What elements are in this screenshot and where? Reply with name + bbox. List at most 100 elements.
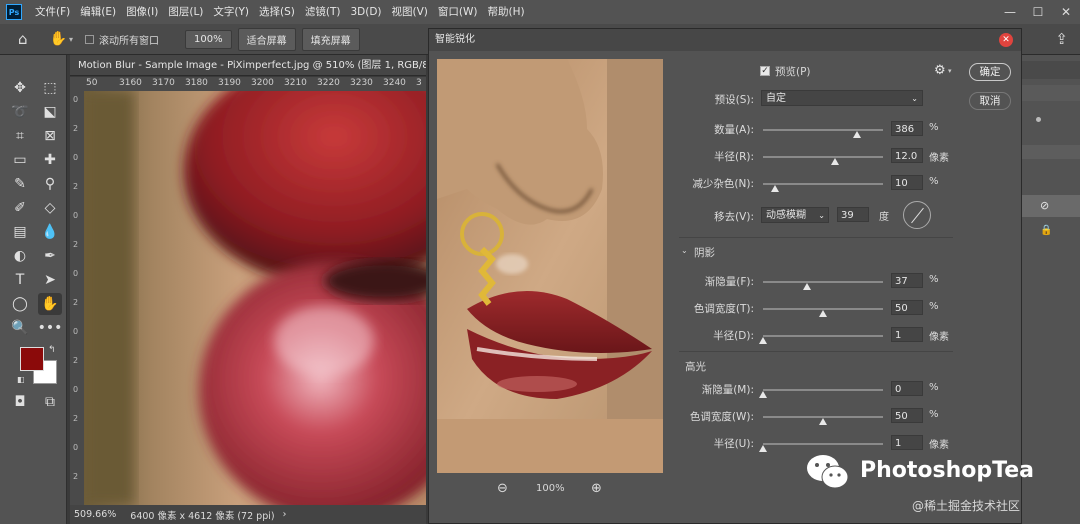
reduce-noise-input[interactable]: 10 (891, 175, 923, 190)
ruler-tool-icon[interactable]: ▭ (8, 149, 32, 171)
highlight-tonal-width-label: 色调宽度(W): (689, 411, 754, 423)
menu-edit[interactable]: 编辑(E) (75, 0, 121, 24)
quick-mask-icon[interactable]: ◘ (8, 391, 32, 413)
remove-dropdown[interactable]: 动感模糊 ⌄ (761, 207, 829, 223)
blur-tool-icon[interactable]: 💧 (38, 221, 62, 243)
menu-layer[interactable]: 图层(L) (163, 0, 208, 24)
stamp-tool-icon[interactable]: ⚲ (38, 173, 62, 195)
chevron-down-icon[interactable]: ⌄ (681, 246, 688, 255)
move-tool-icon[interactable]: ✥ (8, 77, 32, 99)
home-icon[interactable]: ⌂ (18, 30, 28, 48)
zoom-in-icon[interactable]: ⊕ (591, 481, 602, 496)
scroll-all-windows-checkbox[interactable] (84, 34, 94, 44)
shadow-radius-input[interactable]: 1 (891, 327, 923, 342)
shadow-fade-input[interactable]: 37 (891, 273, 923, 288)
hand-tool-preset-icon[interactable]: ✋ (50, 31, 67, 47)
highlight-tonal-width-input[interactable]: 50 (891, 408, 923, 423)
ok-button[interactable]: 确定 (969, 63, 1011, 81)
chevron-down-icon[interactable]: ▾ (69, 35, 73, 44)
eraser-tool-icon[interactable]: ◇ (38, 197, 62, 219)
preview-checkbox[interactable]: ✓ (760, 66, 770, 76)
chevron-down-icon[interactable]: ▾ (948, 67, 952, 75)
lock-icon[interactable]: 🔒 (1040, 225, 1052, 236)
shadow-fade-slider-track[interactable] (763, 281, 883, 283)
share-icon[interactable]: ⇪ (1055, 30, 1068, 48)
default-colors-icon[interactable]: ◧ (17, 375, 25, 384)
dialog-close-button[interactable]: ✕ (999, 33, 1013, 47)
history-brush-icon[interactable]: ✐ (8, 197, 32, 219)
type-tool-icon[interactable]: T (8, 269, 32, 291)
shadow-section-header[interactable]: 阴影 (694, 245, 715, 260)
settings-gear-icon[interactable]: ⚙ (934, 63, 946, 78)
zoom-out-icon[interactable]: ⊖ (497, 481, 508, 496)
document-canvas[interactable] (84, 91, 426, 505)
chevron-right-icon[interactable]: › (283, 509, 287, 520)
minimize-button[interactable]: — (996, 0, 1024, 24)
menu-view[interactable]: 视图(V) (387, 0, 433, 24)
reduce-noise-unit: % (929, 176, 939, 187)
lasso-tool-icon[interactable]: ➰ (8, 101, 32, 123)
highlight-fade-slider-thumb[interactable] (759, 391, 767, 398)
highlight-radius-slider-thumb[interactable] (759, 445, 767, 452)
menu-file[interactable]: 文件(F) (30, 0, 75, 24)
foreground-color-swatch[interactable] (20, 347, 44, 371)
radius-slider-track[interactable] (763, 156, 883, 158)
preview-image[interactable] (437, 59, 663, 473)
maximize-button[interactable]: ☐ (1024, 0, 1052, 24)
status-zoom[interactable]: 509.66% (74, 509, 116, 520)
cancel-button[interactable]: 取消 (969, 92, 1011, 110)
layer-row[interactable] (1022, 195, 1080, 217)
menu-3d[interactable]: 3D(D) (345, 0, 386, 24)
radius-slider-thumb[interactable] (831, 158, 839, 165)
ellipse-tool-icon[interactable]: ◯ (8, 293, 32, 315)
angle-dial[interactable] (903, 201, 931, 229)
highlight-radius-slider-track[interactable] (763, 443, 883, 445)
amount-slider-thumb[interactable] (852, 131, 861, 138)
shadow-tonal-width-input[interactable]: 50 (891, 300, 923, 315)
highlight-tonal-width-slider-thumb[interactable] (819, 418, 827, 425)
zoom-100-button[interactable]: 100% (184, 29, 232, 49)
crop-tool-icon[interactable]: ⌗ (8, 125, 32, 147)
document-tab[interactable]: Motion Blur - Sample Image - PiXimperfec… (70, 55, 426, 76)
reduce-noise-slider-thumb[interactable] (771, 185, 779, 192)
marquee-tool-icon[interactable]: ⬚ (38, 77, 62, 99)
radius-input[interactable]: 12.0 (891, 148, 923, 163)
swap-colors-icon[interactable]: ↰ (48, 345, 56, 355)
menu-help[interactable]: 帮助(H) (483, 0, 530, 24)
shadow-radius-slider-track[interactable] (763, 335, 883, 337)
angle-input[interactable]: 39 (837, 207, 869, 222)
path-select-tool-icon[interactable]: ➤ (38, 269, 62, 291)
object-select-tool-icon[interactable]: ⬕ (38, 101, 62, 123)
amount-input[interactable]: 386 (891, 121, 923, 136)
menu-window[interactable]: 窗口(W) (433, 0, 483, 24)
smart-filter-icon[interactable]: ⊘ (1040, 199, 1049, 212)
shadow-fade-slider-thumb[interactable] (803, 283, 812, 290)
reduce-noise-slider-track[interactable] (763, 183, 883, 185)
brush-tool-icon[interactable]: ✎ (8, 173, 32, 195)
menu-select[interactable]: 选择(S) (254, 0, 300, 24)
highlight-fade-slider-track[interactable] (763, 389, 883, 391)
dodge-tool-icon[interactable]: ◐ (8, 245, 32, 267)
fit-screen-button[interactable]: 适合屏幕 (237, 27, 296, 51)
more-tools-icon[interactable]: ••• (38, 317, 63, 339)
highlight-section-header[interactable]: 高光 (685, 359, 706, 374)
menu-type[interactable]: 文字(Y) (208, 0, 254, 24)
zoom-tool-icon[interactable]: 🔍 (8, 317, 32, 339)
frame-tool-icon[interactable]: ⊠ (38, 125, 62, 147)
gradient-tool-icon[interactable]: ▤ (8, 221, 32, 243)
fill-screen-button[interactable]: 填充屏幕 (301, 27, 360, 51)
healing-brush-icon[interactable]: ✚ (38, 149, 62, 171)
shadow-tonal-width-slider-thumb[interactable] (819, 310, 827, 317)
close-window-button[interactable]: ✕ (1052, 0, 1080, 24)
screen-mode-icon[interactable]: ⧉ (38, 391, 62, 413)
highlight-fade-input[interactable]: 0 (891, 381, 923, 396)
pen-tool-icon[interactable]: ✒ (38, 245, 62, 267)
panel-header (1022, 61, 1080, 79)
menu-image[interactable]: 图像(I) (121, 0, 163, 24)
hand-tool-icon[interactable]: ✋ (38, 293, 62, 315)
preset-dropdown[interactable]: 自定 ⌄ (761, 90, 923, 106)
menu-filter[interactable]: 滤镜(T) (300, 0, 346, 24)
shadow-radius-slider-thumb[interactable] (759, 337, 767, 344)
amount-slider-track[interactable] (763, 129, 883, 131)
highlight-radius-input[interactable]: 1 (891, 435, 923, 450)
